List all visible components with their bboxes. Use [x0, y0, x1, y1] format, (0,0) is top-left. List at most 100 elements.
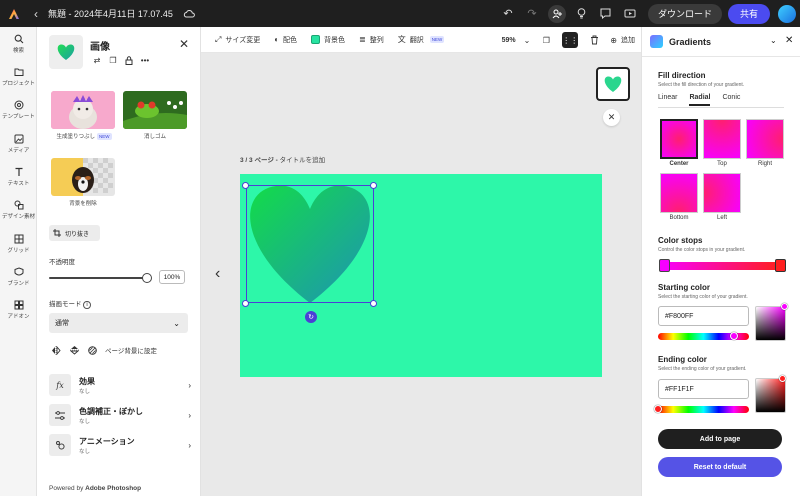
plus-circle-icon: ⊕ [610, 35, 617, 45]
crop-icon [53, 229, 61, 237]
page-title-input[interactable]: タイトルを追加 [280, 157, 326, 164]
more-icon[interactable]: ••• [140, 55, 150, 65]
palette-icon: ◐ [274, 35, 280, 44]
close-icon[interactable]: ✕ [785, 35, 793, 46]
ending-color-picker[interactable] [755, 378, 786, 413]
ending-color-hue-slider[interactable] [658, 406, 749, 413]
addon-icon [14, 300, 23, 310]
effects-row[interactable]: fx 効果 なし › [49, 373, 191, 397]
adjustments-row[interactable]: 色調補正・ぼかし なし › [49, 403, 191, 427]
page-thumbnail[interactable] [596, 67, 630, 101]
opacity-slider-track[interactable] [49, 277, 147, 279]
direction-right[interactable] [746, 119, 784, 159]
rail-item-media[interactable]: メディア [0, 134, 37, 154]
resize-handle-bottom-left[interactable] [242, 300, 249, 307]
ending-color-input[interactable]: #FF1F1F [658, 379, 749, 399]
lock-icon[interactable] [124, 55, 134, 65]
reset-to-default-button[interactable]: Reset to default [658, 457, 782, 477]
blend-mode-select[interactable]: 通常 ⌄ [49, 313, 188, 333]
set-as-background-label[interactable]: ページ背景に設定 [105, 345, 157, 355]
add-to-page-button[interactable]: Add to page [658, 429, 782, 449]
end-color-stop[interactable] [775, 259, 786, 272]
comment-icon[interactable] [598, 6, 614, 22]
present-icon[interactable] [622, 6, 638, 22]
trash-icon[interactable] [586, 32, 602, 48]
starting-color-picker[interactable] [755, 306, 786, 341]
undo-icon[interactable]: ↶ [500, 6, 516, 22]
generative-fill-tile[interactable] [51, 91, 115, 129]
duplicate-icon[interactable]: ❐ [108, 55, 118, 65]
zoom-level[interactable]: 59% [502, 37, 516, 44]
animation-row[interactable]: アニメーション なし › [49, 433, 191, 457]
invite-user-icon[interactable] [547, 4, 566, 23]
rail-item-grid[interactable]: グリッド [0, 234, 37, 254]
tab-radial[interactable]: Radial [689, 94, 711, 106]
background-color-tool[interactable]: 背景色 [311, 35, 345, 45]
avatar[interactable] [778, 4, 796, 23]
page-label: 3 / 3 ページ - タイトルを追加 [240, 157, 326, 164]
color-tool[interactable]: ◐ 配色 [274, 35, 297, 45]
fill-direction-subtitle: Select the fill direction of your gradie… [658, 82, 745, 88]
flip-horizontal-icon[interactable] [51, 345, 61, 355]
previous-page-icon[interactable]: ‹ [215, 265, 220, 283]
opacity-input[interactable]: 100% [159, 270, 185, 284]
layers-icon[interactable]: ❐ [538, 32, 554, 48]
align-tool[interactable]: ≣ 整列 [359, 35, 384, 45]
resize-handle-top-right[interactable] [370, 182, 377, 189]
rotate-handle-icon[interactable]: ↻ [305, 311, 317, 323]
rail-item-addons[interactable]: アドオン [0, 300, 37, 320]
grid-icon [14, 234, 23, 244]
starting-hue-handle[interactable] [730, 332, 738, 340]
eraser-tile[interactable] [123, 91, 187, 129]
close-icon[interactable]: ✕ [603, 109, 620, 126]
resize-tool[interactable]: ⤢ サイズ変更 [215, 35, 260, 45]
starting-color-input[interactable]: #F800FF [658, 306, 749, 326]
direction-bottom[interactable] [660, 173, 698, 213]
rail-item-brand[interactable]: ブランド [0, 267, 37, 287]
replace-icon[interactable]: ⇄ [92, 55, 102, 65]
rail-item-text[interactable]: テキスト [0, 167, 37, 187]
lightbulb-icon[interactable] [574, 6, 590, 22]
direction-right-label: Right [757, 161, 772, 167]
back-icon[interactable]: ‹ [34, 7, 38, 21]
start-color-stop[interactable] [659, 259, 670, 272]
chevron-right-icon: › [188, 410, 191, 420]
chevron-down-icon[interactable]: ⌄ [770, 36, 777, 45]
opacity-slider-handle[interactable] [142, 273, 152, 283]
rail-item-templates[interactable]: テンプレート [0, 100, 37, 120]
artboard[interactable]: ↻ [240, 174, 602, 377]
direction-center[interactable] [660, 119, 698, 159]
rail-item-projects[interactable]: プロジェクト [0, 67, 37, 87]
resize-handle-top-left[interactable] [242, 182, 249, 189]
gradients-header: Gradients ⌄ ✕ [642, 27, 800, 57]
direction-top[interactable] [703, 119, 741, 159]
adobe-express-logo-icon[interactable] [8, 8, 20, 20]
resize-handle-bottom-right[interactable] [370, 300, 377, 307]
tab-linear[interactable]: Linear [658, 94, 677, 106]
direction-left[interactable] [703, 173, 741, 213]
close-icon[interactable]: ✕ [179, 37, 189, 51]
color-stops-bar[interactable] [662, 262, 778, 270]
redo-icon[interactable]: ↷ [524, 6, 540, 22]
ending-picker-handle[interactable] [779, 375, 786, 382]
crop-button[interactable]: 切り抜き [49, 225, 100, 241]
info-icon[interactable]: i [83, 301, 91, 309]
properties-panel-icon[interactable]: ⋮⋮ [562, 32, 579, 48]
document-title[interactable]: 無題 - 2024年4月11日 17.07.45 [48, 7, 173, 20]
chevron-down-icon[interactable]: ⌄ [524, 36, 531, 45]
flip-vertical-icon[interactable] [69, 345, 79, 355]
text-icon [15, 167, 22, 176]
download-button[interactable]: ダウンロード [647, 3, 722, 24]
remove-background-tile[interactable] [51, 158, 115, 196]
ending-hue-handle[interactable] [654, 405, 662, 413]
share-button[interactable]: 共有 [727, 3, 770, 24]
tab-conic[interactable]: Conic [722, 94, 740, 106]
translate-tool[interactable]: 文翻訳 NEW [398, 34, 445, 45]
set-as-background-icon[interactable] [87, 345, 97, 355]
gradient-type-tabs: Linear Radial Conic [658, 94, 740, 106]
rail-item-design-assets[interactable]: デザイン素材 [0, 200, 37, 220]
starting-color-title: Starting color [658, 283, 711, 292]
starting-picker-handle[interactable] [781, 303, 788, 310]
add-button[interactable]: ⊕ 追加 [610, 35, 635, 45]
rail-item-search[interactable]: 検索 [0, 34, 37, 54]
